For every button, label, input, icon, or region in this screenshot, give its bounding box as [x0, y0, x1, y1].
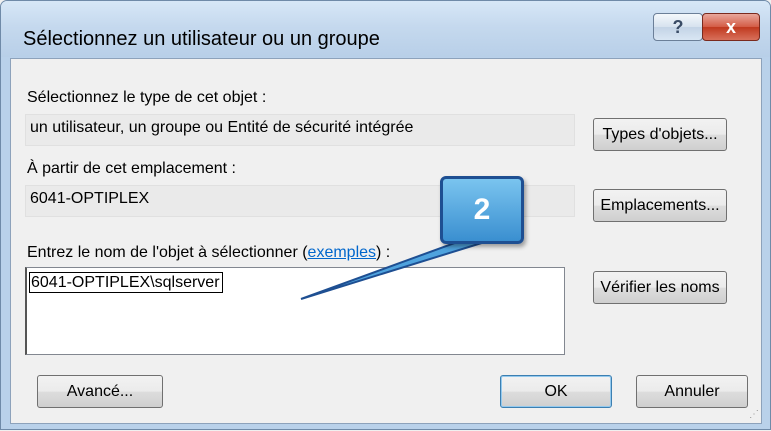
select-user-dialog: Sélectionnez un utilisateur ou un groupe…: [0, 0, 771, 430]
callout-pointer: [300, 236, 502, 300]
step-callout: 2: [440, 176, 524, 244]
step-number: 2: [473, 193, 491, 226]
callout-arrow: [300, 236, 502, 300]
